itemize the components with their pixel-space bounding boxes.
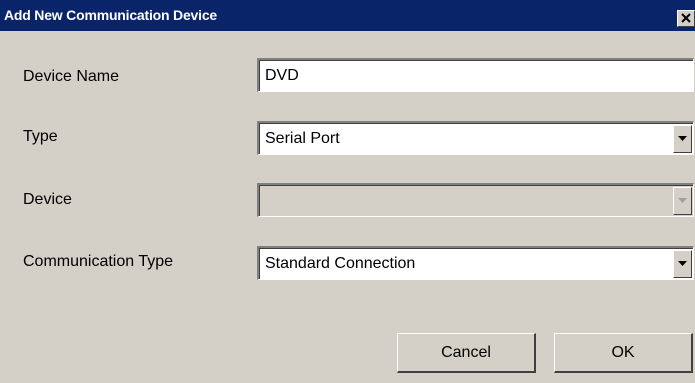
dialog-title: Add New Communication Device [4, 7, 217, 23]
cancel-button[interactable]: Cancel [397, 333, 536, 373]
device-name-field[interactable]: DVD [257, 58, 694, 92]
title-bar[interactable]: Add New Communication Device [0, 0, 695, 31]
device-name-label: Device Name [23, 68, 120, 85]
close-icon [681, 13, 691, 23]
device-label: Device [23, 191, 72, 208]
communication-type-dropdown-button[interactable] [673, 250, 692, 278]
chevron-down-icon [678, 261, 687, 266]
type-dropdown-button[interactable] [673, 125, 692, 153]
device-dropdown-button[interactable] [673, 187, 692, 215]
chevron-down-icon [678, 198, 687, 203]
chevron-down-icon [678, 136, 687, 141]
communication-type-value: Standard Connection [265, 255, 416, 272]
type-value: Serial Port [265, 130, 340, 147]
type-label: Type [23, 128, 58, 145]
ok-button[interactable]: OK [554, 333, 693, 373]
close-button[interactable] [677, 10, 695, 27]
communication-type-label: Communication Type [23, 253, 173, 270]
add-device-dialog: Add New Communication Device Device Name… [0, 0, 695, 383]
communication-type-select[interactable]: Standard Connection [257, 246, 694, 280]
device-select[interactable] [257, 183, 694, 217]
device-name-value: DVD [265, 67, 299, 84]
type-select[interactable]: Serial Port [257, 121, 694, 155]
